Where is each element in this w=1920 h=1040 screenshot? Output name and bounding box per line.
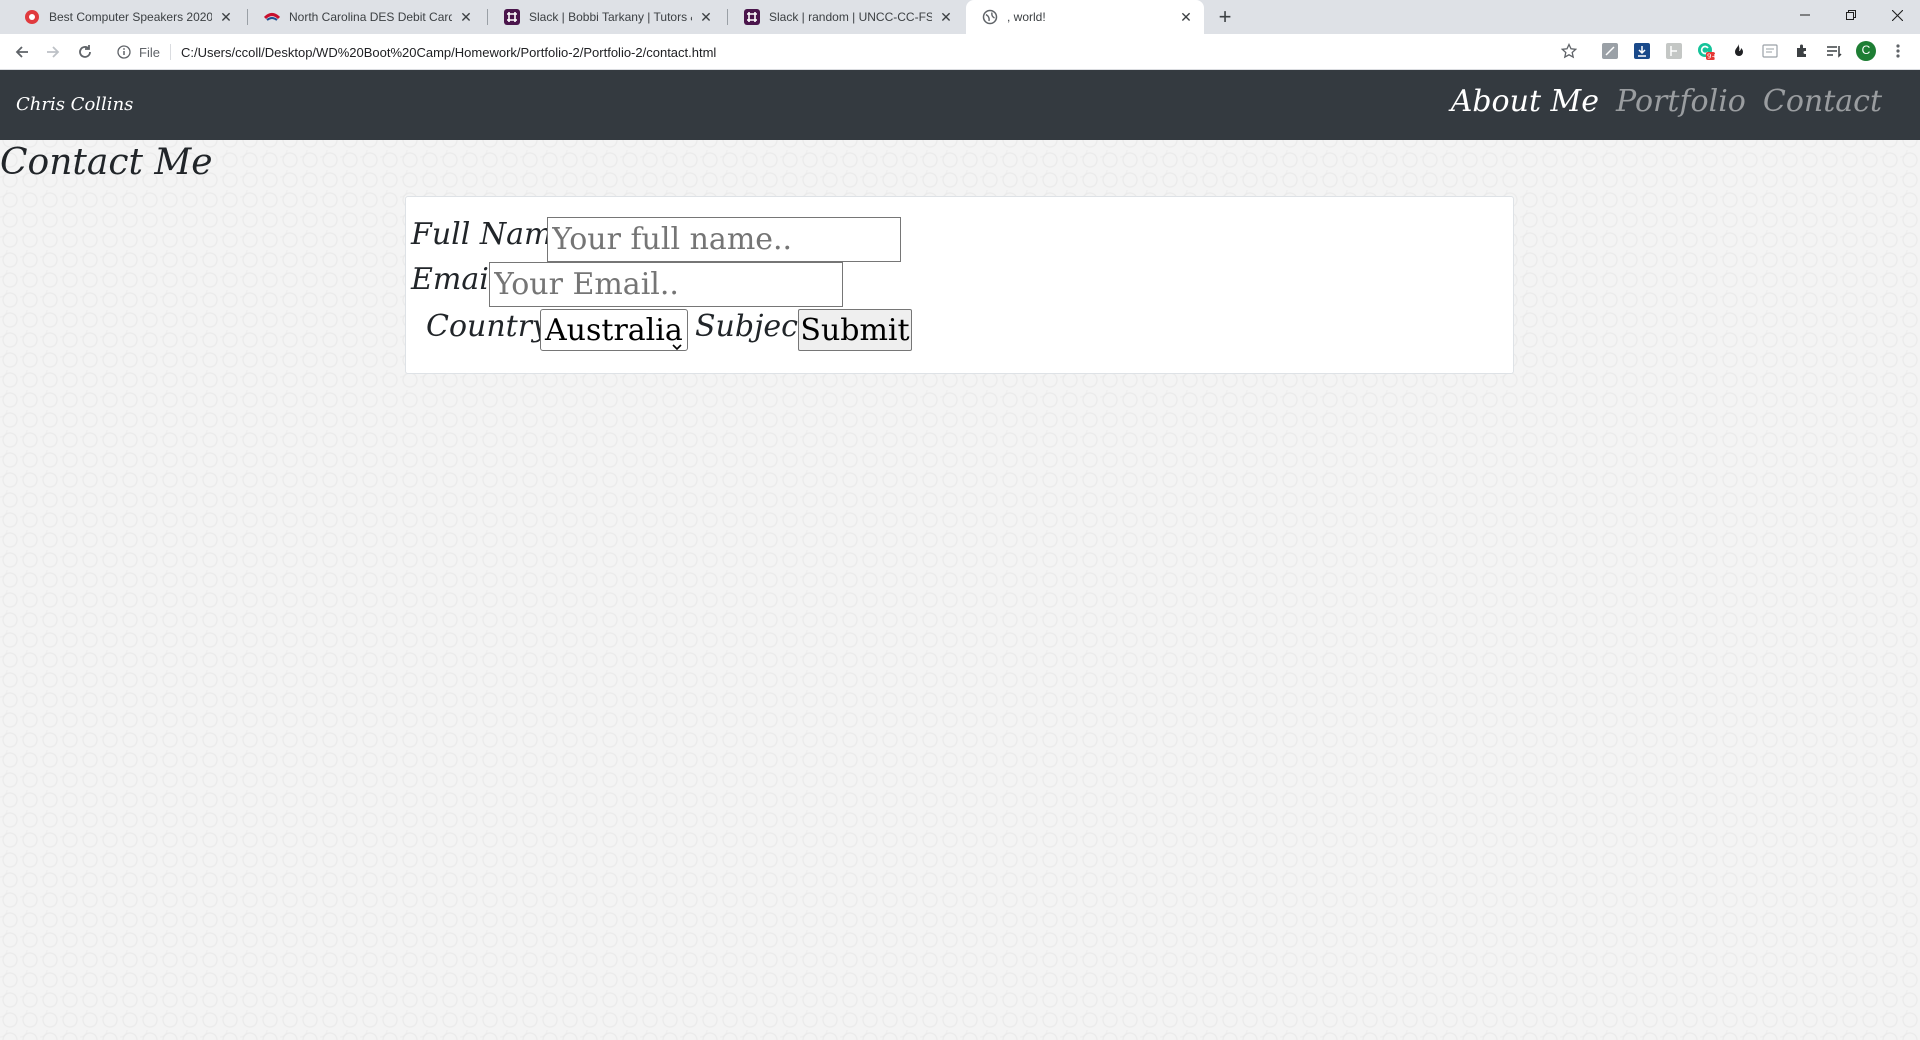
submit-button[interactable]: Submit bbox=[798, 309, 912, 351]
nav-links: About Me Portfolio Contact bbox=[1434, 84, 1882, 119]
browser-tab-active[interactable]: , world! ✕ bbox=[966, 0, 1204, 34]
minimize-icon[interactable] bbox=[1782, 0, 1828, 30]
new-tab-button[interactable]: + bbox=[1212, 4, 1238, 29]
omnibox[interactable]: File C:/Users/ccoll/Desktop/WD%20Boot%20… bbox=[117, 44, 716, 60]
bookmark-star-icon[interactable] bbox=[1560, 42, 1578, 60]
close-icon[interactable]: ✕ bbox=[218, 9, 234, 25]
tab-title: Best Computer Speakers 2020: G bbox=[49, 10, 212, 24]
red-gear-icon bbox=[24, 9, 40, 25]
email-input[interactable] bbox=[489, 262, 843, 307]
close-icon[interactable]: ✕ bbox=[698, 9, 714, 25]
slack-icon bbox=[504, 9, 520, 25]
page-extension-icon[interactable] bbox=[1761, 42, 1779, 60]
forward-icon[interactable] bbox=[41, 40, 65, 64]
reload-icon[interactable] bbox=[73, 40, 97, 64]
grey-extension-icon[interactable] bbox=[1665, 42, 1683, 60]
nav-link-about-me[interactable]: About Me bbox=[1451, 84, 1599, 119]
profile-avatar[interactable]: C bbox=[1856, 41, 1876, 61]
close-icon[interactable]: ✕ bbox=[458, 9, 474, 25]
browser-tab[interactable]: North Carolina DES Debit Card - ✕ bbox=[248, 0, 484, 34]
more-menu-icon[interactable] bbox=[1889, 42, 1907, 60]
browser-tab[interactable]: Slack | Bobbi Tarkany | Tutors & S ✕ bbox=[488, 0, 724, 34]
site-brand[interactable]: Chris Collins bbox=[16, 94, 133, 115]
window-close-icon[interactable] bbox=[1874, 0, 1920, 30]
contact-form: Full Name Email Country Australia Subjec… bbox=[405, 196, 1514, 374]
nav-link-contact[interactable]: Contact bbox=[1763, 84, 1882, 119]
browser-tab[interactable]: Slack | random | UNCC-CC-FSF-F ✕ bbox=[728, 0, 964, 34]
tab-title: Slack | random | UNCC-CC-FSF-F bbox=[769, 10, 932, 24]
puzzle-extensions-icon[interactable] bbox=[1793, 42, 1811, 60]
close-icon[interactable]: ✕ bbox=[938, 9, 954, 25]
email-label: Email bbox=[411, 262, 499, 297]
site-navbar: Chris Collins About Me Portfolio Contact bbox=[0, 70, 1920, 140]
nav-link-portfolio[interactable]: Portfolio bbox=[1616, 84, 1746, 119]
country-label: Country bbox=[426, 309, 550, 344]
tab-title: North Carolina DES Debit Card - bbox=[289, 10, 452, 24]
browser-toolbar: File C:/Users/ccoll/Desktop/WD%20Boot%20… bbox=[0, 34, 1920, 70]
country-select[interactable]: Australia bbox=[540, 309, 688, 351]
svg-text:9+: 9+ bbox=[1707, 53, 1715, 61]
info-icon[interactable] bbox=[117, 45, 131, 59]
tab-strip: Best Computer Speakers 2020: G ✕ North C… bbox=[0, 0, 1920, 34]
tab-title: , world! bbox=[1007, 10, 1046, 24]
browser-tab[interactable]: Best Computer Speakers 2020: G ✕ bbox=[8, 0, 244, 34]
reading-list-icon[interactable] bbox=[1825, 42, 1843, 60]
slack-icon bbox=[744, 9, 760, 25]
country-selected-value: Australia bbox=[545, 312, 683, 348]
close-icon[interactable]: ✕ bbox=[1178, 9, 1194, 25]
restore-icon[interactable] bbox=[1828, 0, 1874, 30]
chevron-down-icon bbox=[672, 324, 682, 359]
bank-logo-icon bbox=[264, 9, 280, 25]
globe-icon bbox=[982, 9, 998, 25]
download-extension-icon[interactable] bbox=[1633, 42, 1651, 60]
subject-label: Subject bbox=[695, 309, 810, 344]
full-name-input[interactable] bbox=[547, 217, 901, 262]
tab-title: Slack | Bobbi Tarkany | Tutors & S bbox=[529, 10, 692, 24]
page-viewport: Chris Collins About Me Portfolio Contact… bbox=[0, 70, 1920, 1040]
url-text[interactable]: C:/Users/ccoll/Desktop/WD%20Boot%20Camp/… bbox=[181, 45, 716, 60]
pdf-extension-icon[interactable] bbox=[1601, 42, 1619, 60]
profile-initial: C bbox=[1861, 43, 1871, 57]
flame-extension-icon[interactable] bbox=[1729, 42, 1747, 60]
page-title: Contact Me bbox=[0, 142, 213, 183]
grammarly-icon[interactable]: 9+ bbox=[1697, 42, 1715, 60]
scheme-label: File bbox=[139, 44, 160, 60]
back-icon[interactable] bbox=[10, 40, 34, 64]
